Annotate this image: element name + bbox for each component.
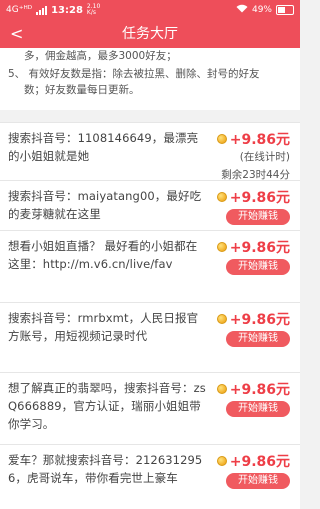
rules-line: 数；好友数量每日更新。 xyxy=(24,84,140,96)
coin-icon xyxy=(216,456,227,466)
task-reward: +9.86元 xyxy=(216,237,290,257)
task-item[interactable]: 爱车？那就搜索抖音号：2126312956，虎哥说车，带你看完世上豪车 +9.8… xyxy=(0,444,300,509)
coin-icon xyxy=(216,192,227,202)
battery-percent: 49% xyxy=(251,5,272,15)
task-reward: +9.86元 xyxy=(216,187,290,207)
task-item[interactable]: 搜索抖音号：1108146649，最漂亮的小姐姐就是她 +9.86元 (在线计时… xyxy=(0,122,300,181)
reward-amount: +9.86元 xyxy=(229,312,290,328)
coin-icon xyxy=(216,384,227,394)
clock: 13:28 xyxy=(51,4,83,16)
task-description: 搜索抖音号：1108146649，最漂亮的小姐姐就是她 xyxy=(8,131,199,163)
reward-amount: +9.86元 xyxy=(229,240,290,256)
signal-icon xyxy=(36,5,48,15)
app-header: < 任务大厅 xyxy=(0,20,300,48)
coin-icon xyxy=(216,314,227,324)
battery-icon xyxy=(276,5,294,15)
status-bar: 4G⁺ᴴᴰ 13:28 2.10 K/s 49% xyxy=(0,0,300,20)
start-earning-button[interactable]: 开始赚钱 xyxy=(226,259,290,275)
rules-line: 5、 有效好友数是指：除去被拉黑、删除、封号的好友 xyxy=(8,68,260,80)
rules-line: 多，佣金越高，最多3000好友； xyxy=(24,50,177,62)
wifi-icon xyxy=(236,4,248,16)
task-reward: +9.86元 xyxy=(216,309,290,329)
task-item[interactable]: 搜索抖音号：maiyatang00，最好吃的麦芽糖就在这里 +9.86元 开始赚… xyxy=(0,180,300,231)
reward-amount: +9.86元 xyxy=(229,190,290,206)
coin-icon xyxy=(216,242,227,252)
start-earning-button[interactable]: 开始赚钱 xyxy=(226,331,290,347)
online-timer-label: (在线计时) xyxy=(239,151,290,163)
start-earning-button[interactable]: 开始赚钱 xyxy=(226,401,290,417)
rules-section: 多，佣金越高，最多3000好友； 5、 有效好友数是指：除去被拉黑、删除、封号的… xyxy=(0,48,300,110)
start-earning-button[interactable]: 开始赚钱 xyxy=(226,473,290,489)
task-description: 搜索抖音号：maiyatang00，最好吃的麦芽糖就在这里 xyxy=(8,189,202,221)
task-item[interactable]: 想了解真正的翡翠吗，搜索抖音号：zsQ666889，官方认证，瑞丽小姐姐带你学习… xyxy=(0,372,300,445)
start-earning-button[interactable]: 开始赚钱 xyxy=(226,209,290,225)
task-description: 想了解真正的翡翠吗，搜索抖音号：zsQ666889，官方认证，瑞丽小姐姐带你学习… xyxy=(8,381,206,431)
network-speed: 2.10 K/s xyxy=(86,3,101,16)
carrier-indicator: 4G⁺ᴴᴰ xyxy=(6,5,33,15)
reward-amount: +9.86元 xyxy=(229,454,290,470)
task-reward: +9.86元 xyxy=(216,129,290,149)
task-item[interactable]: 想看小姐姐直播？ 最好看的小姐都在这里：http://m.v6.cn/live/… xyxy=(0,230,300,303)
task-reward: +9.86元 xyxy=(216,451,290,471)
task-description: 爱车？那就搜索抖音号：2126312956，虎哥说车，带你看完世上豪车 xyxy=(8,453,203,485)
task-description: 搜索抖音号：rmrbxmt，人民日报官方账号，用短视频记录时代 xyxy=(8,311,199,343)
task-description: 想看小姐姐直播？ 最好看的小姐都在这里：http://m.v6.cn/live/… xyxy=(8,239,198,271)
coin-icon xyxy=(216,134,227,144)
reward-amount: +9.86元 xyxy=(229,132,290,148)
reward-amount: +9.86元 xyxy=(229,382,290,398)
page-title: 任务大厅 xyxy=(122,26,178,42)
task-reward: +9.86元 xyxy=(216,379,290,399)
task-item[interactable]: 搜索抖音号：rmrbxmt，人民日报官方账号，用短视频记录时代 +9.86元 开… xyxy=(0,302,300,373)
